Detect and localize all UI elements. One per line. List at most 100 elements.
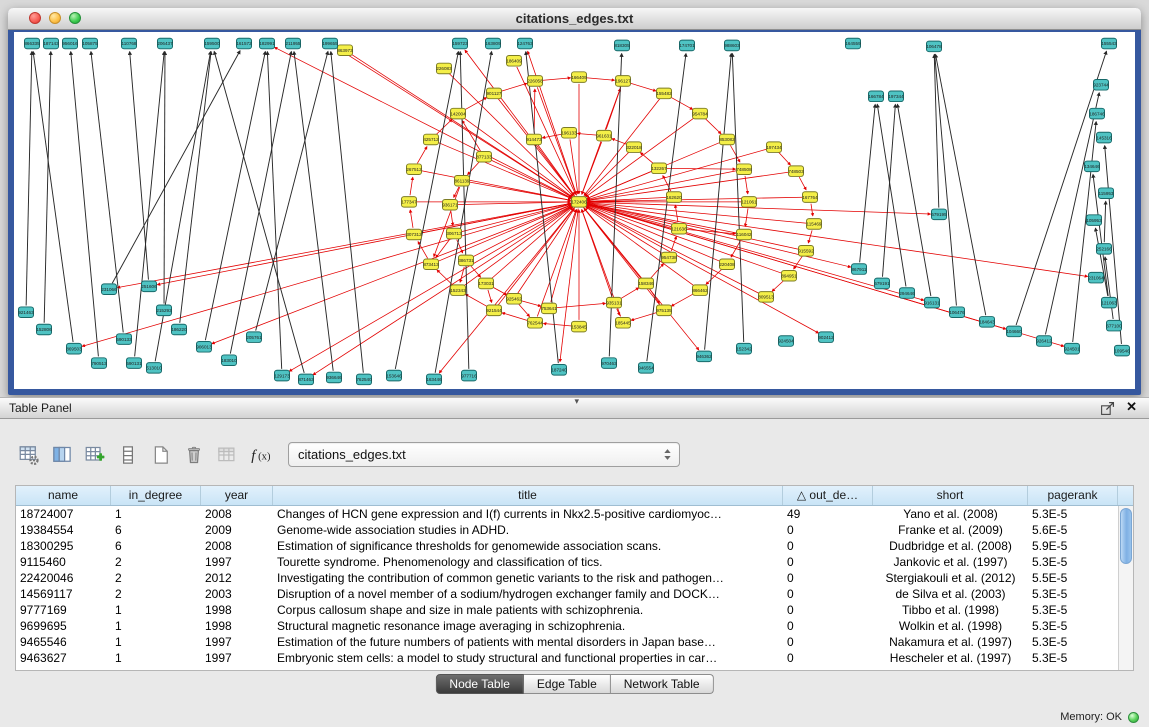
network-node[interactable]: 186220	[171, 324, 187, 335]
network-node[interactable]: 322018	[626, 142, 642, 153]
table-scrollbar[interactable]	[1118, 506, 1133, 670]
network-node[interactable]: 867911	[852, 264, 867, 275]
network-node[interactable]: 155543	[1101, 38, 1117, 49]
network-node[interactable]: 116042	[737, 229, 752, 240]
window-titlebar[interactable]: citations_edges.txt	[8, 8, 1141, 30]
network-node[interactable]: 914473	[526, 134, 542, 145]
network-node[interactable]: 386731	[458, 255, 474, 266]
column-header-pagerank[interactable]: pagerank	[1028, 486, 1118, 505]
network-node[interactable]: 894951	[781, 270, 797, 281]
table-row[interactable]: 946362711997Embryonic stem cells: a mode…	[16, 650, 1118, 666]
network-node[interactable]: 115953	[1099, 188, 1114, 199]
network-node[interactable]: 906013	[196, 341, 212, 352]
network-node[interactable]: 294646	[899, 288, 915, 299]
table-row[interactable]: 1830029562008Estimation of significance …	[16, 538, 1118, 554]
network-canvas[interactable]: 1724061538457625449215441523438734133073…	[14, 32, 1135, 389]
network-node[interactable]: 306713	[446, 228, 462, 239]
network-node[interactable]: 104660	[1006, 326, 1022, 337]
network-node[interactable]: 677100	[1106, 320, 1122, 331]
network-node[interactable]: 590131	[126, 358, 142, 369]
network-node[interactable]: 762540	[356, 374, 372, 385]
network-node[interactable]: 252166	[1096, 244, 1112, 255]
network-node[interactable]: 129173	[274, 370, 290, 381]
close-button[interactable]	[29, 12, 41, 24]
scrollbar-thumb[interactable]	[1120, 508, 1132, 564]
network-node[interactable]: 121061	[741, 197, 757, 208]
network-node[interactable]: 866462	[692, 285, 708, 296]
network-node[interactable]: 159723	[452, 38, 468, 49]
network-node[interactable]: 818305	[614, 40, 630, 51]
network-node[interactable]: 226058	[527, 76, 543, 87]
network-node[interactable]: 152806	[36, 324, 52, 335]
network-node[interactable]: 106478	[926, 41, 942, 52]
network-node[interactable]: 853082	[719, 134, 735, 145]
table-row[interactable]: 969969511998Structural magnetic resonanc…	[16, 618, 1118, 634]
network-node[interactable]: 946362	[696, 351, 712, 362]
network-node[interactable]: 110768	[122, 38, 137, 49]
minimize-button[interactable]	[49, 12, 61, 24]
network-node[interactable]: 153845	[571, 321, 587, 332]
network-node[interactable]: 679191	[874, 278, 890, 289]
column-header-title[interactable]: title	[273, 486, 783, 505]
network-node[interactable]: 152343	[450, 285, 466, 296]
network-node[interactable]: 199655	[322, 38, 338, 49]
panel-grip-icon[interactable]: ▾	[575, 396, 580, 407]
network-node[interactable]: 159500	[204, 38, 220, 49]
network-node[interactable]: 231064	[1088, 272, 1104, 283]
network-node[interactable]: 954784	[692, 108, 708, 119]
network-node[interactable]: 977716	[461, 370, 477, 381]
network-node[interactable]: 164559	[845, 38, 861, 49]
close-panel-icon[interactable]: ✕	[1126, 399, 1137, 415]
network-node[interactable]: 173031	[478, 278, 494, 289]
network-node[interactable]: 186746	[1089, 108, 1105, 119]
network-node[interactable]: 970463	[601, 358, 617, 369]
network-node[interactable]: 915592	[798, 246, 814, 257]
network-node[interactable]: 902412	[818, 332, 834, 343]
row-selection-icon[interactable]	[115, 442, 141, 468]
column-header-year[interactable]: year	[201, 486, 273, 505]
table-row[interactable]: 2242004622012Investigating the contribut…	[16, 570, 1118, 586]
table-row[interactable]: 946554611997Estimation of the future num…	[16, 634, 1118, 650]
tab-network-table[interactable]: Network Table	[611, 674, 714, 694]
network-node[interactable]: 946554	[638, 363, 654, 374]
network-node[interactable]: 106476	[949, 307, 965, 318]
network-node[interactable]: 762544	[527, 318, 543, 329]
network-node[interactable]: 809513	[758, 292, 774, 303]
network-node[interactable]: 307312	[406, 229, 422, 240]
network-node[interactable]: 121063	[1101, 297, 1117, 308]
network-node[interactable]: 109546	[1114, 345, 1130, 356]
network-node[interactable]: 869503	[66, 343, 82, 354]
column-header-name[interactable]: name	[16, 486, 111, 505]
network-node[interactable]: 132267	[651, 163, 667, 174]
network-node[interactable]: 926412	[1036, 336, 1052, 347]
function-builder-icon[interactable]: f(x)	[247, 442, 273, 468]
network-node[interactable]: 182991	[259, 38, 275, 49]
network-node[interactable]: 167764	[802, 192, 818, 203]
delete-table-icon[interactable]	[181, 442, 207, 468]
column-header-in_degree[interactable]: in_degree	[111, 486, 201, 505]
network-node[interactable]: 790513	[91, 358, 107, 369]
network-node[interactable]: 174701	[679, 40, 695, 51]
network-node[interactable]: 205761	[246, 332, 262, 343]
network-node[interactable]: 220408	[719, 259, 735, 270]
network-node[interactable]: 105953	[1086, 215, 1102, 226]
table-source-select[interactable]: citations_edges.txt	[288, 442, 680, 467]
network-node[interactable]: 162620	[666, 192, 682, 203]
network-node[interactable]: 425712	[423, 134, 439, 145]
network-node[interactable]: 121636	[671, 223, 687, 234]
network-node[interactable]: 251606	[141, 281, 157, 292]
zoom-button[interactable]	[69, 12, 81, 24]
column-chooser-icon[interactable]	[49, 442, 75, 468]
tab-edge-table[interactable]: Edge Table	[524, 674, 611, 694]
column-header-short[interactable]: short	[873, 486, 1028, 505]
network-node[interactable]: 183010	[221, 355, 237, 366]
network-node[interactable]: 961631	[596, 130, 612, 141]
network-node[interactable]: 197344	[888, 91, 904, 102]
network-node[interactable]: 177347	[401, 197, 417, 208]
column-header-out_degree[interactable]: △ out_de…	[783, 486, 873, 505]
network-node[interactable]: 866335	[24, 38, 40, 49]
network-node[interactable]: 936171	[442, 199, 458, 210]
network-node[interactable]: 988603	[724, 40, 740, 51]
network-node[interactable]: 145316	[1096, 132, 1112, 143]
network-node[interactable]: 590133	[116, 334, 132, 345]
